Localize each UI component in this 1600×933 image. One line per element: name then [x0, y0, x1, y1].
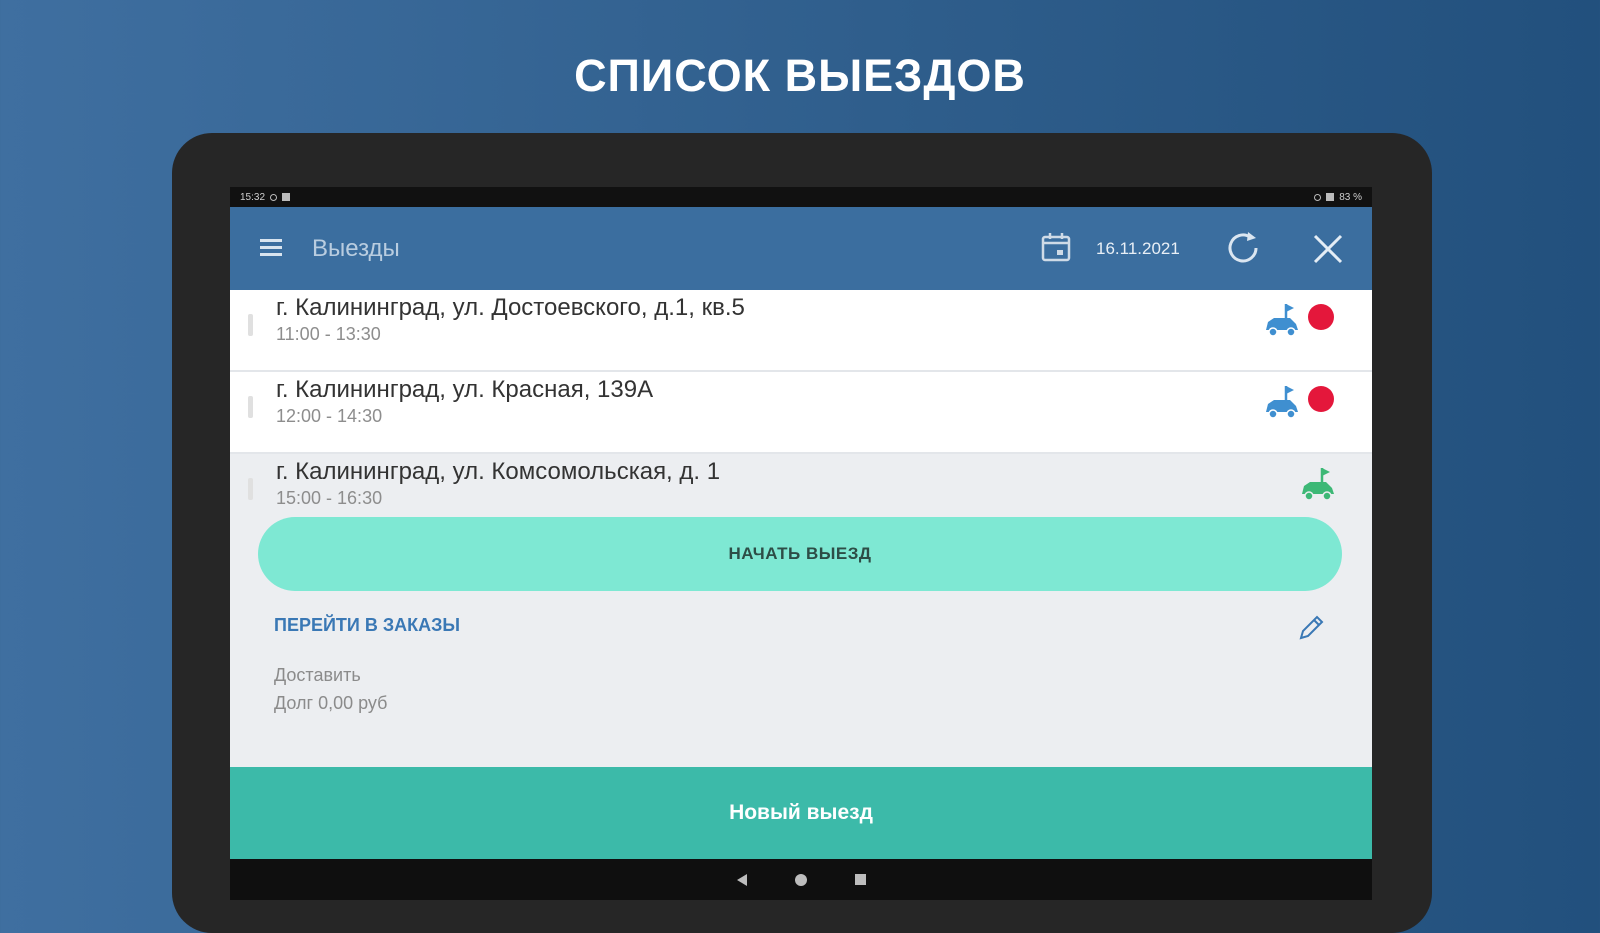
drag-handle-icon[interactable] — [248, 396, 253, 418]
drag-handle-icon[interactable] — [248, 478, 253, 500]
notification-icon — [270, 193, 278, 201]
car-flag-icon — [1266, 386, 1298, 419]
selected-date[interactable]: 16.11.2021 — [1096, 239, 1180, 259]
system-nav-bar — [230, 859, 1372, 900]
status-dot — [1308, 304, 1334, 330]
trip-row[interactable]: г. Калининград, ул. Достоевского, д.1, к… — [230, 290, 1372, 372]
page-headline: СПИСОК ВЫЕЗДОВ — [574, 50, 1026, 101]
wifi-icon — [1314, 193, 1322, 201]
pencil-icon[interactable] — [1296, 613, 1326, 643]
battery-icon — [1326, 193, 1335, 201]
trip-debt: Долг 0,00 руб — [274, 693, 388, 713]
close-icon[interactable] — [1312, 233, 1344, 265]
status-time: 15:32 — [240, 191, 266, 203]
recents-icon[interactable] — [854, 874, 866, 885]
status-bar: 15:32 83 % — [230, 187, 1372, 207]
home-icon[interactable] — [794, 873, 807, 886]
trip-row[interactable]: г. Калининград, ул. Красная, 139А 12:00 … — [230, 372, 1372, 454]
start-trip-button[interactable]: НАЧАТЬ ВЫЕЗД — [258, 517, 1342, 591]
gallery-icon — [282, 193, 291, 201]
battery-level: 83 % — [1339, 191, 1362, 203]
sync-icon[interactable] — [1224, 229, 1262, 267]
drag-handle-icon[interactable] — [248, 314, 253, 336]
status-dot — [1308, 386, 1334, 412]
trip-address: г. Калининград, ул. Достоевского, д.1, к… — [276, 294, 745, 321]
app-bar: Выезды 16.11.2021 — [230, 207, 1372, 290]
trip-time: 15:00 - 16:30 — [276, 488, 383, 508]
trip-address: г. Калининград, ул. Комсомольская, д. 1 — [276, 458, 721, 485]
trip-type: Доставить — [274, 665, 361, 685]
new-trip-button[interactable]: Новый выезд — [230, 767, 1372, 859]
back-icon[interactable] — [736, 873, 747, 886]
hamburger-icon[interactable] — [260, 239, 282, 257]
car-flag-icon — [1266, 304, 1298, 337]
go-to-orders-link[interactable]: ПЕРЕЙТИ В ЗАКАЗЫ — [274, 615, 460, 636]
trip-list: г. Калининград, ул. Достоевского, д.1, к… — [230, 290, 1372, 534]
calendar-icon[interactable] — [1040, 231, 1072, 263]
app-bar-title: Выезды — [312, 235, 400, 262]
trip-address: г. Калининград, ул. Красная, 139А — [276, 376, 654, 403]
trip-time: 12:00 - 14:30 — [276, 406, 383, 426]
trip-time: 11:00 - 13:30 — [276, 324, 381, 344]
car-flag-icon — [1302, 468, 1334, 501]
app-screen: 15:32 83 % Выезды 16.11.2021 г. Калининг… — [230, 187, 1372, 900]
